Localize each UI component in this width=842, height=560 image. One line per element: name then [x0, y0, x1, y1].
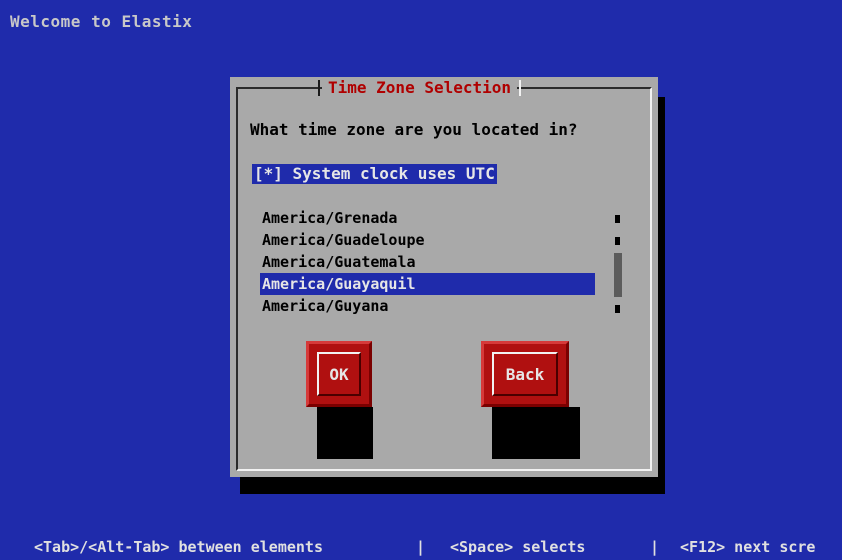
- welcome-title: Welcome to Elastix: [10, 12, 193, 31]
- list-item[interactable]: America/Grenada: [260, 207, 595, 229]
- back-button-shadow: [492, 407, 580, 459]
- ok-button-shadow: [317, 407, 373, 459]
- list-item[interactable]: America/Guatemala: [260, 251, 595, 273]
- scroll-up-marker: [615, 215, 620, 223]
- dialog-title: Time Zone Selection: [317, 77, 522, 99]
- scroll-marker: [615, 237, 620, 245]
- hint-separator: |: [650, 538, 660, 556]
- timezone-question: What time zone are you located in?: [250, 120, 578, 139]
- timezone-scrollbar[interactable]: [614, 207, 622, 317]
- hint-separator: |: [416, 538, 426, 556]
- list-item-selected[interactable]: America/Guayaquil: [260, 273, 595, 295]
- ok-button-label: OK: [317, 352, 361, 396]
- utc-checkbox[interactable]: [*] System clock uses UTC: [252, 164, 497, 184]
- hint-space: <Space> selects: [450, 538, 586, 556]
- ok-button[interactable]: OK: [306, 341, 372, 407]
- footer-hints: <Tab>/<Alt-Tab> between elements | <Spac…: [0, 538, 842, 560]
- back-button[interactable]: Back: [481, 341, 569, 407]
- scroll-down-marker: [615, 305, 620, 313]
- hint-tab: <Tab>/<Alt-Tab> between elements: [34, 538, 323, 556]
- list-item[interactable]: America/Guadeloupe: [260, 229, 595, 251]
- hint-f12: <F12> next scre: [680, 538, 816, 556]
- back-button-label: Back: [492, 352, 558, 396]
- timezone-dialog: Time Zone Selection What time zone are y…: [230, 77, 658, 477]
- timezone-list[interactable]: America/Grenada America/Guadeloupe Ameri…: [260, 207, 595, 317]
- list-item[interactable]: America/Guyana: [260, 295, 595, 317]
- scroll-thumb[interactable]: [614, 253, 622, 297]
